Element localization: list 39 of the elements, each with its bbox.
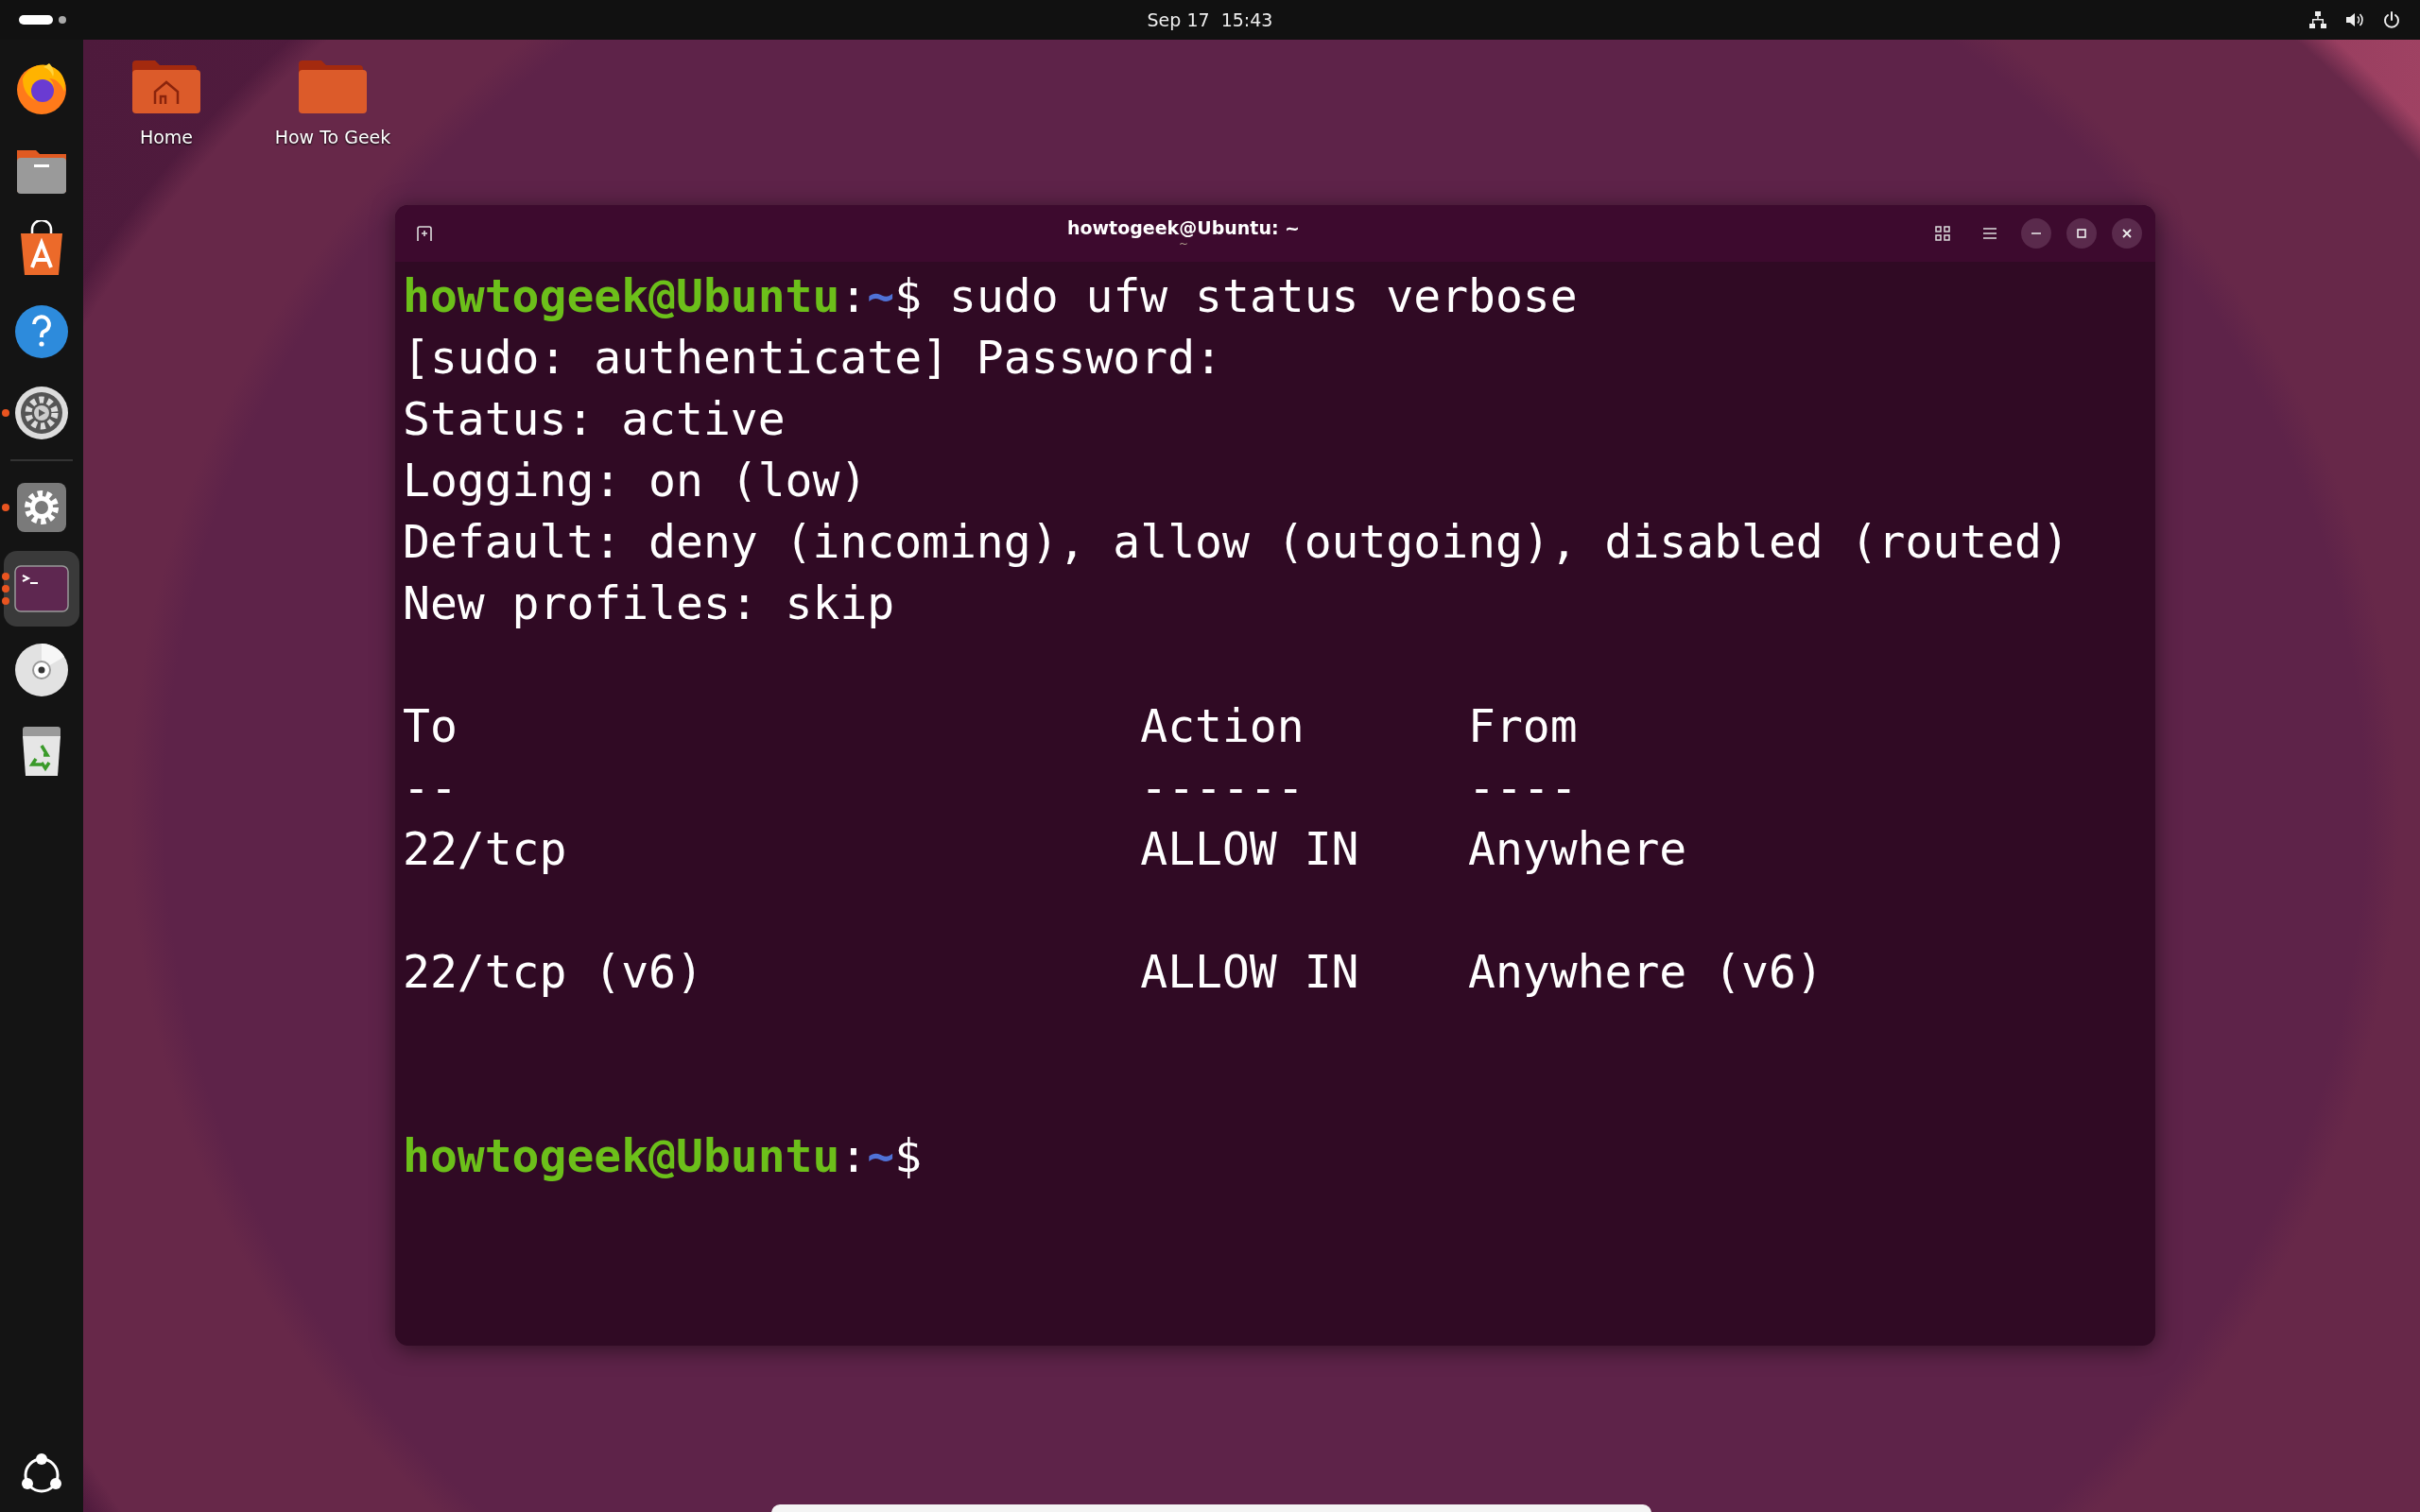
table-cell: Anywhere (v6) xyxy=(1468,945,1824,998)
output-line: Status: active xyxy=(403,391,786,447)
table-cell: From xyxy=(1468,699,1578,752)
prompt-symbol: $ xyxy=(894,268,923,324)
table-cell: ------ xyxy=(1140,761,1305,814)
output-line: Logging: on (low) xyxy=(403,453,868,508)
output-line: New profiles: skip xyxy=(403,576,895,631)
workspace-indicator[interactable] xyxy=(19,15,66,25)
table-cell: 22/tcp (v6) xyxy=(403,945,703,998)
table-cell: ---- xyxy=(1468,761,1578,814)
table-cell: Anywhere xyxy=(1468,822,1687,875)
command-text: sudo ufw status verbose xyxy=(948,268,1578,324)
table-cell: To xyxy=(403,699,458,752)
output-line: [sudo: authenticate] Password: xyxy=(403,330,1222,386)
prompt-separator: : xyxy=(839,1128,868,1184)
table-cell: 22/tcp xyxy=(403,822,567,875)
network-icon[interactable] xyxy=(2308,10,2327,29)
prompt-path: ~ xyxy=(867,1128,895,1184)
window-subtitle: ~ xyxy=(1178,238,1189,249)
table-cell: Action xyxy=(1140,699,1305,752)
table-cell: -- xyxy=(403,761,458,814)
close-button[interactable] xyxy=(2112,218,2142,249)
minimize-icon xyxy=(2031,232,2041,234)
new-tab-icon xyxy=(415,224,434,243)
window-title: howtogeek@Ubuntu: ~ xyxy=(1066,217,1301,238)
prompt-user: howtogeek@Ubuntu xyxy=(403,1128,840,1184)
clock[interactable]: Sep 17 15:43 xyxy=(1141,9,1279,31)
prompt-separator: : xyxy=(839,268,868,324)
table-cell: ALLOW IN xyxy=(1140,822,1359,875)
volume-icon[interactable] xyxy=(2344,10,2365,29)
menu-icon xyxy=(1981,225,1998,242)
grid-icon xyxy=(1934,225,1951,242)
maximize-button[interactable] xyxy=(2066,218,2097,249)
output-line: Default: deny (incoming), allow (outgoing), disabled (routed) xyxy=(403,514,2069,570)
prompt-user: howtogeek@Ubuntu xyxy=(403,268,840,324)
table-cell: ALLOW IN xyxy=(1140,945,1359,998)
prompt-symbol: $ xyxy=(894,1128,923,1184)
prompt-path: ~ xyxy=(867,268,895,324)
power-icon[interactable] xyxy=(2382,10,2401,29)
